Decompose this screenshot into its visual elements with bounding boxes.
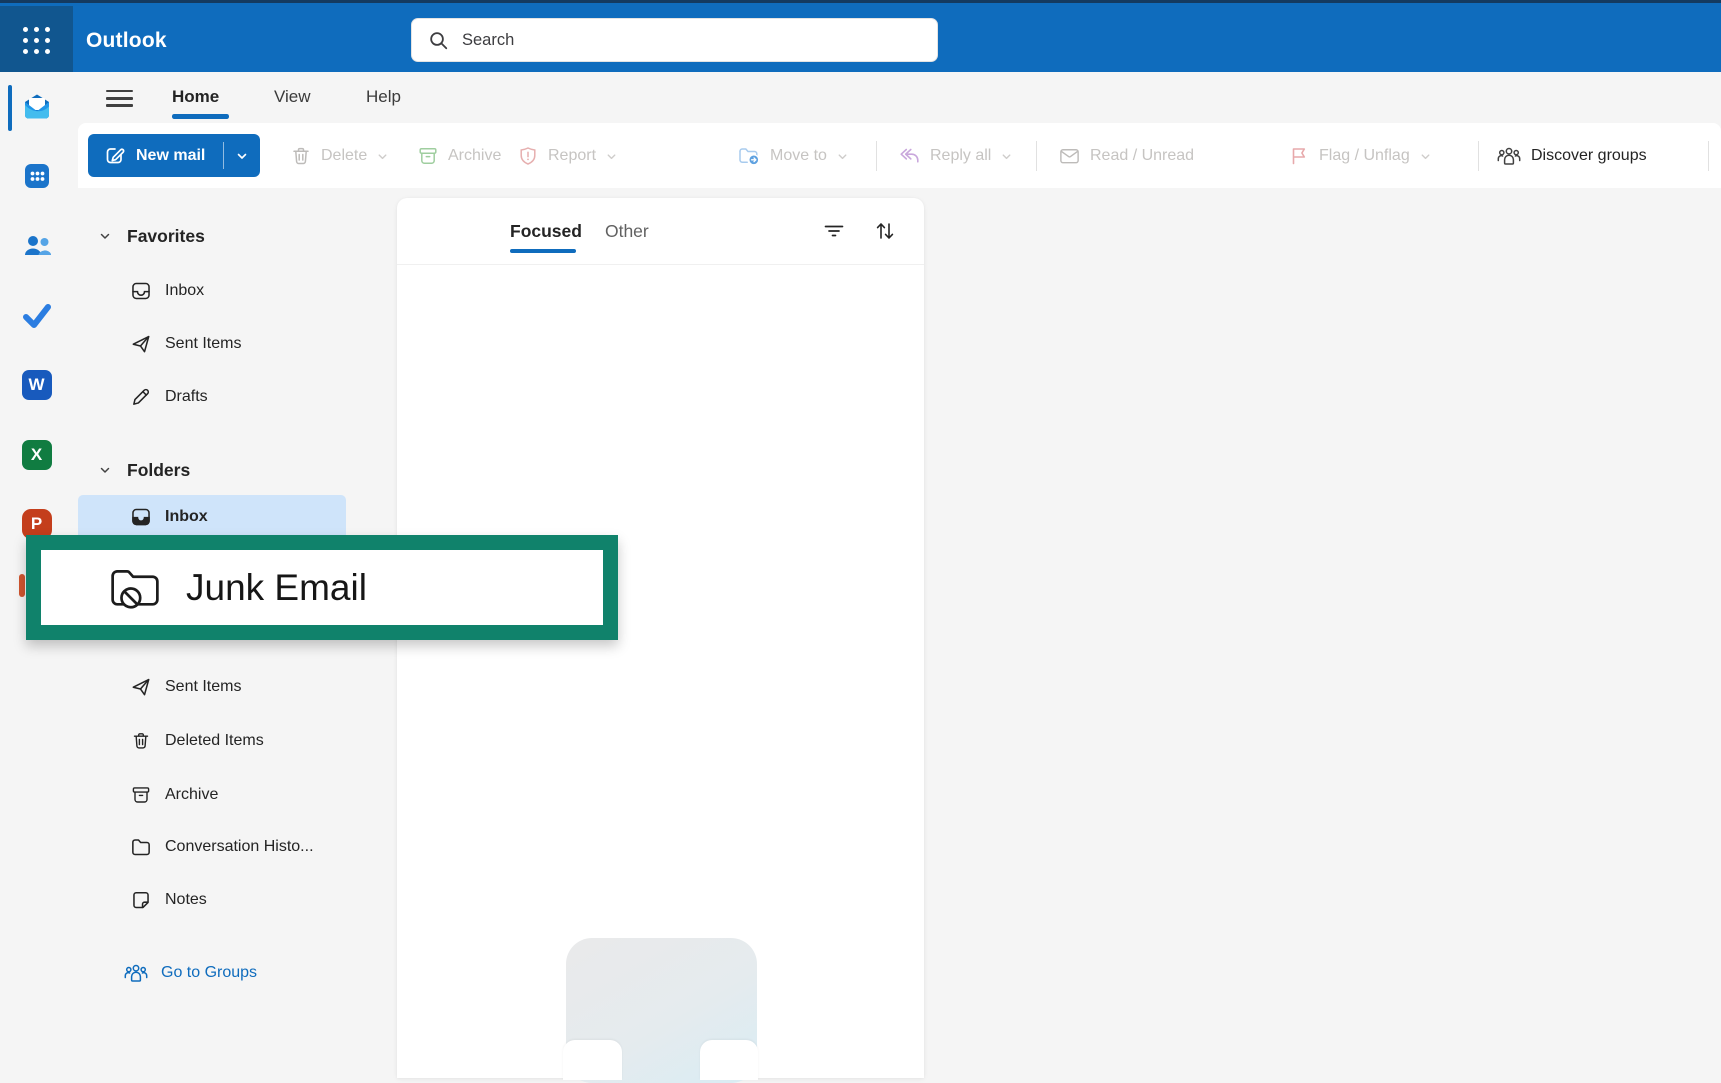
people-icon [21, 231, 53, 261]
delete-button[interactable]: Delete [278, 136, 401, 176]
read-unread-button[interactable]: Read / Unread [1046, 136, 1206, 176]
discover-groups-button[interactable]: Discover groups [1484, 136, 1659, 176]
rail-item-people[interactable] [0, 229, 73, 263]
people-group-icon [123, 962, 149, 984]
flag-icon [1288, 145, 1310, 167]
folders-item-deleted-items[interactable]: Deleted Items [130, 726, 264, 756]
search-input[interactable] [460, 30, 923, 51]
app-title: Outlook [86, 6, 167, 75]
archive-icon [417, 145, 439, 167]
note-icon [130, 889, 152, 911]
compose-icon [104, 145, 125, 166]
send-icon [130, 676, 152, 698]
chevron-down-icon [1419, 150, 1432, 163]
excel-icon: X [22, 440, 52, 470]
junk-email-label: Junk Email [186, 567, 367, 609]
tab-view[interactable]: View [274, 87, 311, 107]
hamburger-icon [106, 90, 133, 107]
sort-button[interactable] [873, 219, 897, 243]
move-to-folder-icon [737, 145, 761, 167]
tab-help[interactable]: Help [366, 87, 401, 107]
chevron-down-icon [98, 229, 112, 243]
filter-icon [823, 220, 845, 242]
archive-icon [130, 784, 152, 806]
empty-mailbox-tray-left [563, 1040, 622, 1080]
report-shield-icon [517, 145, 539, 167]
drafts-pen-icon [130, 386, 152, 408]
go-to-groups-link[interactable]: Go to Groups [123, 958, 257, 988]
chevron-down-icon [98, 463, 112, 477]
reply-all-icon [898, 146, 921, 166]
filter-button[interactable] [822, 219, 846, 243]
rail-item-todo[interactable] [0, 299, 73, 333]
toolbar-divider [1036, 141, 1037, 171]
empty-mailbox-tray-right [700, 1040, 758, 1080]
rail-item-word[interactable]: W [0, 368, 73, 402]
folders-item-notes[interactable]: Notes [130, 885, 207, 915]
outlook-mail-icon [21, 91, 53, 123]
tab-focused[interactable]: Focused [510, 221, 582, 242]
chevron-down-icon [836, 150, 849, 163]
chevron-down-icon [1000, 150, 1013, 163]
active-tab-underline [172, 114, 229, 119]
nav-menu-button[interactable] [106, 90, 133, 107]
tab-other[interactable]: Other [605, 221, 649, 242]
chevron-down-icon [376, 150, 389, 163]
chevron-down-icon [235, 149, 249, 163]
junk-email-highlight-box: Junk Email [26, 535, 618, 640]
toolbar-divider [1708, 141, 1709, 171]
new-mail-button[interactable]: New mail [88, 134, 223, 177]
word-icon: W [22, 370, 52, 400]
reply-all-button[interactable]: Reply all [886, 136, 1025, 176]
focused-tab-underline [510, 249, 576, 253]
app-launcher-button[interactable] [0, 6, 73, 75]
toolbar-divider [876, 141, 877, 171]
folders-item-archive[interactable]: Archive [130, 780, 218, 810]
rail-item-excel[interactable]: X [0, 438, 73, 472]
partially-hidden-app-icon [19, 574, 25, 597]
folders-item-sent-items[interactable]: Sent Items [130, 672, 241, 702]
inbox-filled-icon [130, 506, 152, 528]
archive-button[interactable]: Archive [405, 136, 513, 176]
search-box[interactable] [411, 18, 938, 62]
favorites-item-sent-items[interactable]: Sent Items [130, 329, 241, 359]
favorites-section-header[interactable]: Favorites [98, 223, 205, 249]
top-app-bar: Outlook [0, 0, 1721, 72]
people-group-icon [1496, 145, 1522, 167]
message-list-header: Focused Other [397, 198, 924, 265]
calendar-icon [22, 161, 52, 191]
folder-icon [130, 836, 152, 858]
todo-check-icon [22, 303, 52, 329]
junk-email-folder-row[interactable]: Junk Email [41, 566, 367, 610]
folders-item-conversation-history[interactable]: Conversation Histo... [130, 832, 314, 862]
report-button[interactable]: Report [505, 136, 630, 176]
folders-item-inbox[interactable]: Inbox [130, 502, 208, 532]
sort-arrows-icon [873, 219, 897, 243]
move-to-button[interactable]: Move to [725, 136, 861, 176]
new-mail-dropdown-button[interactable] [224, 134, 260, 177]
favorites-item-drafts[interactable]: Drafts [130, 382, 208, 412]
search-icon [428, 30, 449, 51]
flag-unflag-button[interactable]: Flag / Unflag [1276, 136, 1444, 176]
trash-icon [130, 730, 152, 752]
rail-item-calendar[interactable] [0, 159, 73, 193]
send-icon [130, 333, 152, 355]
toolbar-divider [1478, 141, 1479, 171]
rail-item-mail[interactable] [0, 90, 73, 124]
tab-home[interactable]: Home [172, 87, 219, 107]
read-unread-envelope-icon [1058, 145, 1081, 167]
junk-email-folder-icon [109, 566, 161, 610]
waffle-icon [23, 27, 50, 54]
folders-section-header[interactable]: Folders [98, 457, 190, 483]
favorites-item-inbox[interactable]: Inbox [130, 276, 204, 306]
new-mail-split-button: New mail [88, 134, 260, 177]
inbox-icon [130, 280, 152, 302]
chevron-down-icon [605, 150, 618, 163]
trash-icon [290, 145, 312, 167]
command-toolbar: New mail Delete Archiv [78, 123, 1721, 188]
